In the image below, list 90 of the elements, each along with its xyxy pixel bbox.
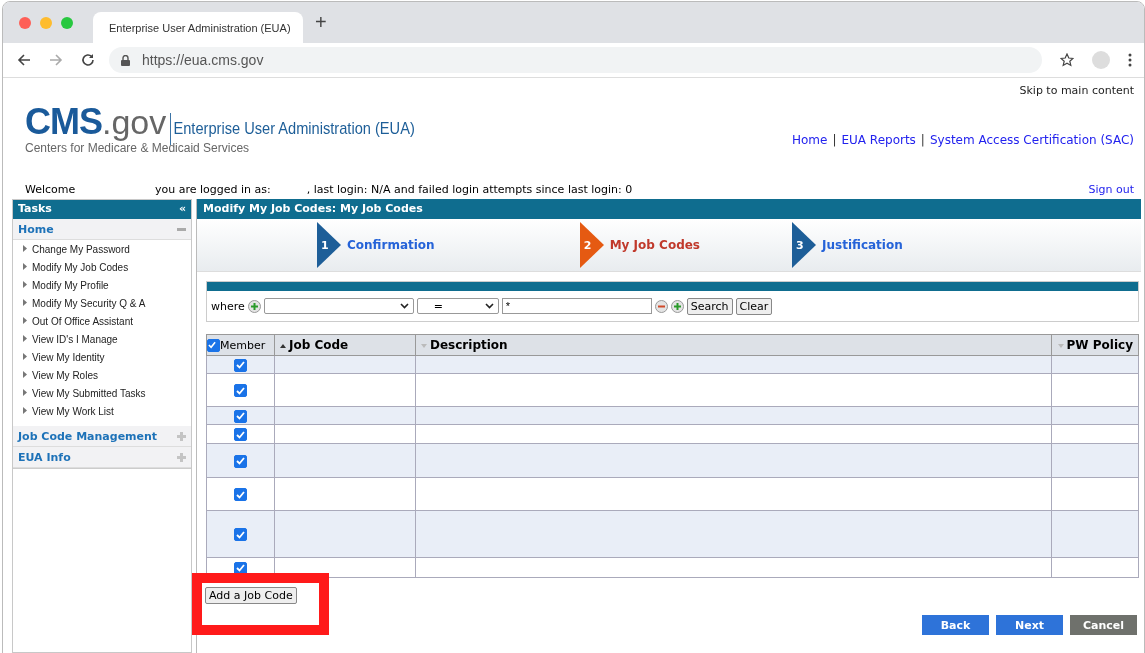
sign-out-link[interactable]: Sign out: [1088, 182, 1134, 196]
row-checkbox[interactable]: [234, 454, 247, 468]
column-header[interactable]: Description: [415, 334, 1052, 356]
forward-arrow-icon[interactable]: [49, 53, 63, 67]
login-label: you are logged in as:: [155, 182, 271, 196]
star-icon[interactable]: [1060, 53, 1074, 67]
sidebar-item[interactable]: Modify My Security Q & A: [23, 298, 191, 316]
row-checkbox[interactable]: [234, 488, 247, 501]
chevron-icon: [399, 303, 409, 309]
sort-down-icon: [1057, 343, 1064, 348]
chevron-icon: [484, 303, 494, 309]
sidebar-section[interactable]: Job Code Management: [13, 426, 191, 447]
sidebar-section[interactable]: EUA Info: [13, 447, 191, 468]
column-header[interactable]: PW Policy: [1051, 334, 1139, 356]
sidebar-item[interactable]: View My Work List: [23, 406, 191, 424]
wizard-step[interactable]: 3 Justification: [792, 219, 903, 271]
bullet-icon: [23, 245, 27, 252]
minimize-dot[interactable]: [40, 16, 52, 29]
address-bar[interactable]: https://eua.cms.gov: [109, 47, 1042, 73]
step-arrow-icon: [792, 222, 816, 268]
row-checkbox[interactable]: [234, 409, 247, 423]
row-checkbox[interactable]: [234, 358, 247, 372]
bullet-icon: [23, 407, 27, 414]
field-dropdown[interactable]: [263, 298, 414, 314]
clear-button[interactable]: Clear: [735, 297, 773, 315]
browser-tab[interactable]: Enterprise User Administration (EUA): [93, 12, 303, 43]
sidebar-item[interactable]: Change My Password: [23, 244, 191, 262]
value-input[interactable]: *: [501, 298, 652, 314]
sidebar-title: Tasks: [18, 202, 52, 217]
remove-icon[interactable]: [654, 299, 668, 313]
link-separator: |: [832, 133, 837, 147]
sidebar-item[interactable]: View ID's I Manage: [23, 334, 191, 352]
lock-icon: [121, 54, 130, 66]
new-tab-button[interactable]: +: [315, 11, 327, 34]
minus-icon: [177, 227, 186, 231]
row-checkbox[interactable]: [234, 528, 247, 541]
nav-link[interactable]: Home: [791, 133, 828, 147]
link-separator: |: [920, 133, 925, 147]
sort-down-icon: [421, 343, 427, 348]
bullet-icon: [23, 263, 27, 270]
add-icon[interactable]: [247, 299, 261, 313]
sidebar-item[interactable]: Out Of Office Assistant: [23, 316, 191, 334]
wizard-step[interactable]: 1 Confirmation: [317, 219, 435, 271]
where-label: where: [211, 299, 245, 313]
bullet-icon: [23, 281, 27, 288]
nav-button[interactable]: Next: [996, 615, 1063, 635]
operator-dropdown[interactable]: =: [416, 298, 499, 314]
bullet-icon: [23, 299, 27, 306]
sidebar-item[interactable]: View My Identity: [23, 352, 191, 370]
sidebar-item[interactable]: View My Submitted Tasks: [23, 388, 191, 406]
step-arrow-icon: [317, 222, 341, 268]
tab-title: Enterprise User Administration (EUA): [109, 21, 291, 34]
nav-link[interactable]: EUA Reports: [841, 133, 916, 147]
plus-icon: [177, 452, 186, 462]
bullet-icon: [23, 317, 27, 324]
select-all-checkbox[interactable]: [207, 338, 220, 352]
collapse-button[interactable]: «: [178, 202, 186, 217]
sidebar-item[interactable]: Modify My Job Codes: [23, 262, 191, 280]
nav-button[interactable]: Back: [922, 615, 989, 635]
column-header[interactable]: Member: [206, 334, 275, 356]
row-checkbox[interactable]: [234, 384, 247, 397]
sidebar-item[interactable]: View My Roles: [23, 370, 191, 388]
last-login-text: , last login: N/A and failed login attempts since last login: 0: [306, 182, 634, 196]
row-checkbox[interactable]: [234, 428, 247, 441]
bullet-icon: [23, 389, 27, 396]
nav-link[interactable]: System Access Certification (SAC): [929, 133, 1134, 147]
maximize-dot[interactable]: [61, 16, 73, 29]
add-icon[interactable]: [670, 299, 684, 313]
nav-button[interactable]: Cancel: [1070, 615, 1137, 635]
logo-text: CMS: [25, 101, 102, 143]
add-job-code-button[interactable]: Add a Job Code: [205, 587, 297, 604]
sidebar-section[interactable]: Home: [13, 219, 191, 240]
bullet-icon: [23, 353, 27, 360]
welcome-text: Welcome: [25, 182, 77, 196]
bullet-icon: [23, 371, 27, 378]
panel-title: Modify My Job Codes: My Job Codes: [197, 199, 1141, 219]
step-arrow-icon: [579, 222, 604, 268]
skip-link[interactable]: Skip to main content: [1019, 84, 1134, 97]
bullet-icon: [23, 335, 27, 342]
close-dot[interactable]: [19, 16, 31, 29]
sidebar-item[interactable]: Modify My Profile: [23, 280, 191, 298]
search-button[interactable]: Search: [686, 297, 733, 315]
menu-icon[interactable]: [1128, 53, 1132, 67]
sort-up-icon: [280, 343, 286, 348]
back-arrow-icon[interactable]: [17, 53, 31, 67]
plus-icon: [177, 431, 186, 441]
reload-icon[interactable]: [81, 53, 95, 67]
wizard-step[interactable]: 2 My Job Codes: [579, 219, 700, 271]
column-header[interactable]: Job Code: [274, 334, 416, 356]
logo-suffix: .gov: [102, 103, 167, 142]
